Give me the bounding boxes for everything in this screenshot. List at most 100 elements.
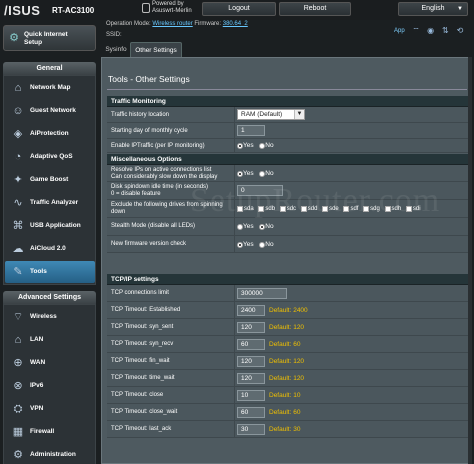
tcp-label: TCP Timeout: syn_sent: [111, 324, 174, 330]
ssid-row: SSID:: [106, 32, 122, 38]
tcp-timeout-input[interactable]: 60: [237, 339, 265, 350]
column-divider: [234, 285, 235, 301]
tcp-label: TCP connections limit: [111, 290, 169, 296]
traffic-monitoring-header: Traffic Monitoring: [107, 96, 469, 107]
sidebar-item-usb-application[interactable]: ⌘ USB Application: [5, 215, 95, 237]
sidebar-item-tools[interactable]: ✎ Tools: [5, 261, 95, 283]
resolve-ips-label: Resolve IPs on active connections list Ca…: [111, 167, 217, 181]
start-day-input[interactable]: 1: [237, 125, 265, 136]
resolve-yes-radio[interactable]: [237, 170, 243, 177]
stealth-no-radio[interactable]: [259, 223, 266, 230]
tcp-timeout-input[interactable]: 120: [237, 322, 265, 333]
model-name: RT-AC3100: [52, 6, 95, 15]
sidebar-item-adaptive-qos[interactable]: ◔ Adaptive QoS: [5, 146, 95, 168]
sync-status-icon[interactable]: ⟲: [455, 26, 465, 36]
default-hint: Default: 60: [269, 341, 301, 348]
reboot-button[interactable]: Reboot: [279, 2, 351, 16]
chevron-down-icon: ▼: [457, 6, 463, 12]
sidebar-item-label: Game Boost: [30, 176, 69, 183]
wireless-icon: ⌔: [12, 311, 24, 323]
sidebar-item-firewall[interactable]: ▦ Firewall: [5, 421, 95, 443]
tcp-timeout-input[interactable]: 120: [237, 356, 265, 367]
stealth-mode-label: Stealth Mode (disable all LEDs): [111, 223, 196, 229]
resolve-label-line2: Can considerably slow down the display: [111, 174, 218, 180]
tcp-timeout-input[interactable]: 60: [237, 407, 265, 418]
usb-status-icon[interactable]: ⇅: [440, 26, 450, 36]
language-select[interactable]: English ▼: [398, 2, 468, 16]
yes-label: Yes: [243, 170, 254, 177]
default-hint: Default: 2400: [269, 307, 308, 314]
tcp-label: TCP Timeout: close: [111, 392, 164, 398]
tcp-label: TCP Timeout: syn_recv: [111, 341, 174, 347]
column-divider: [234, 139, 235, 152]
sidebar-item-administration[interactable]: ⚙ Administration: [5, 444, 95, 464]
aicloud-icon: ☁: [12, 243, 24, 255]
column-divider: [234, 218, 235, 235]
sidebar-item-wan[interactable]: ⊕ WAN: [5, 352, 95, 374]
stealth-yes-radio[interactable]: [237, 223, 243, 230]
scrollbar[interactable]: [468, 57, 472, 464]
tcp-label: TCP Timeout: last_ack: [111, 426, 172, 432]
fwcheck-no-radio[interactable]: [259, 241, 266, 248]
sidebar-item-label: Tools: [30, 268, 47, 275]
sidebar-item-label: Wireless: [30, 313, 57, 320]
sidebar-item-lan[interactable]: ⌂ LAN: [5, 329, 95, 351]
column-divider: [234, 353, 235, 369]
sidebar-item-aicloud[interactable]: ☁ AiCloud 2.0: [5, 238, 95, 260]
sidebar-item-label: Administration: [30, 451, 76, 458]
no-label: No: [265, 142, 274, 149]
wifi-status-icon[interactable]: ⌔: [411, 26, 421, 36]
column-divider: [234, 387, 235, 403]
fwcheck-yes-radio[interactable]: [237, 241, 243, 248]
app-label[interactable]: App: [394, 28, 405, 34]
tcp-timeout-input[interactable]: 10: [237, 390, 265, 401]
sidebar-item-traffic-analyzer[interactable]: ∿ Traffic Analyzer: [5, 192, 95, 214]
tcp-timeout-input[interactable]: 2400: [237, 305, 265, 316]
tab-sysinfo[interactable]: Sysinfo: [103, 42, 129, 57]
sidebar-item-network-map[interactable]: ⌂ Network Map: [5, 77, 95, 99]
sidebar-item-vpn[interactable]: ⛭ VPN: [5, 398, 95, 420]
column-divider: [234, 236, 235, 252]
sidebar-item-game-boost[interactable]: ✦ Game Boost: [5, 169, 95, 191]
iptraffic-no-radio[interactable]: [259, 142, 266, 149]
sidebar-item-ipv6[interactable]: ⊗ IPv6: [5, 375, 95, 397]
vpn-icon: ⛭: [13, 403, 23, 415]
adaptive-qos-icon: ◔: [14, 151, 22, 163]
tcp-timeout-input[interactable]: 30: [237, 424, 265, 435]
tcp-connections-input[interactable]: 300000: [237, 288, 287, 299]
column-divider: [234, 404, 235, 420]
resolve-label-line1: Resolve IPs on active connections list: [111, 167, 212, 173]
tab-other-settings[interactable]: Other Settings: [130, 42, 182, 57]
tcp-label: TCP Timeout: time_wait: [111, 375, 175, 381]
resolve-no-radio[interactable]: [259, 170, 266, 177]
quick-internet-setup-button[interactable]: ⚙ Quick Internet Setup: [3, 25, 96, 51]
firmware-link[interactable]: 380.64_2: [223, 21, 248, 27]
default-hint: Default: 120: [269, 375, 305, 382]
sidebar-item-guest-network[interactable]: ☺ Guest Network: [5, 100, 95, 122]
no-label: No: [265, 241, 274, 248]
history-location-row: Traffic history location RAM (Default) ▼: [107, 107, 469, 123]
merlin-icon: [142, 3, 150, 13]
logout-button[interactable]: Logout: [202, 2, 276, 16]
sidebar-item-label: AiProtection: [30, 130, 69, 137]
powered-by: Powered by Asuswrt-Merlin: [152, 1, 192, 15]
sidebar-item-label: VPN: [30, 405, 44, 412]
internet-status-icon[interactable]: ◉: [426, 26, 436, 36]
quick-setup-label: Quick Internet Setup: [24, 31, 68, 46]
tcp-label: TCP Timeout: fin_wait: [111, 358, 170, 364]
tcp-row: TCP Timeout: time_wait 120 Default: 120: [107, 370, 469, 387]
op-mode-link[interactable]: Wireless router: [152, 21, 192, 27]
chevron-down-icon: ▼: [294, 110, 304, 119]
sidebar-item-label: LAN: [30, 336, 44, 343]
traffic-analyzer-icon: ∿: [13, 197, 23, 209]
sidebar-item-aiprotection[interactable]: ◈ AiProtection: [5, 123, 95, 145]
game-boost-icon: ✦: [13, 174, 23, 186]
sidebar-item-label: Firewall: [30, 428, 55, 435]
tcp-timeout-input[interactable]: 120: [237, 373, 265, 384]
tcp-row: TCP Timeout: fin_wait 120 Default: 120: [107, 353, 469, 370]
sidebar-item-wireless[interactable]: ⌔ Wireless: [5, 306, 95, 328]
op-mode-label: Operation Mode:: [106, 21, 151, 27]
iptraffic-yes-radio[interactable]: [237, 142, 243, 149]
history-location-select[interactable]: RAM (Default) ▼: [237, 109, 305, 120]
column-divider: [234, 123, 235, 138]
